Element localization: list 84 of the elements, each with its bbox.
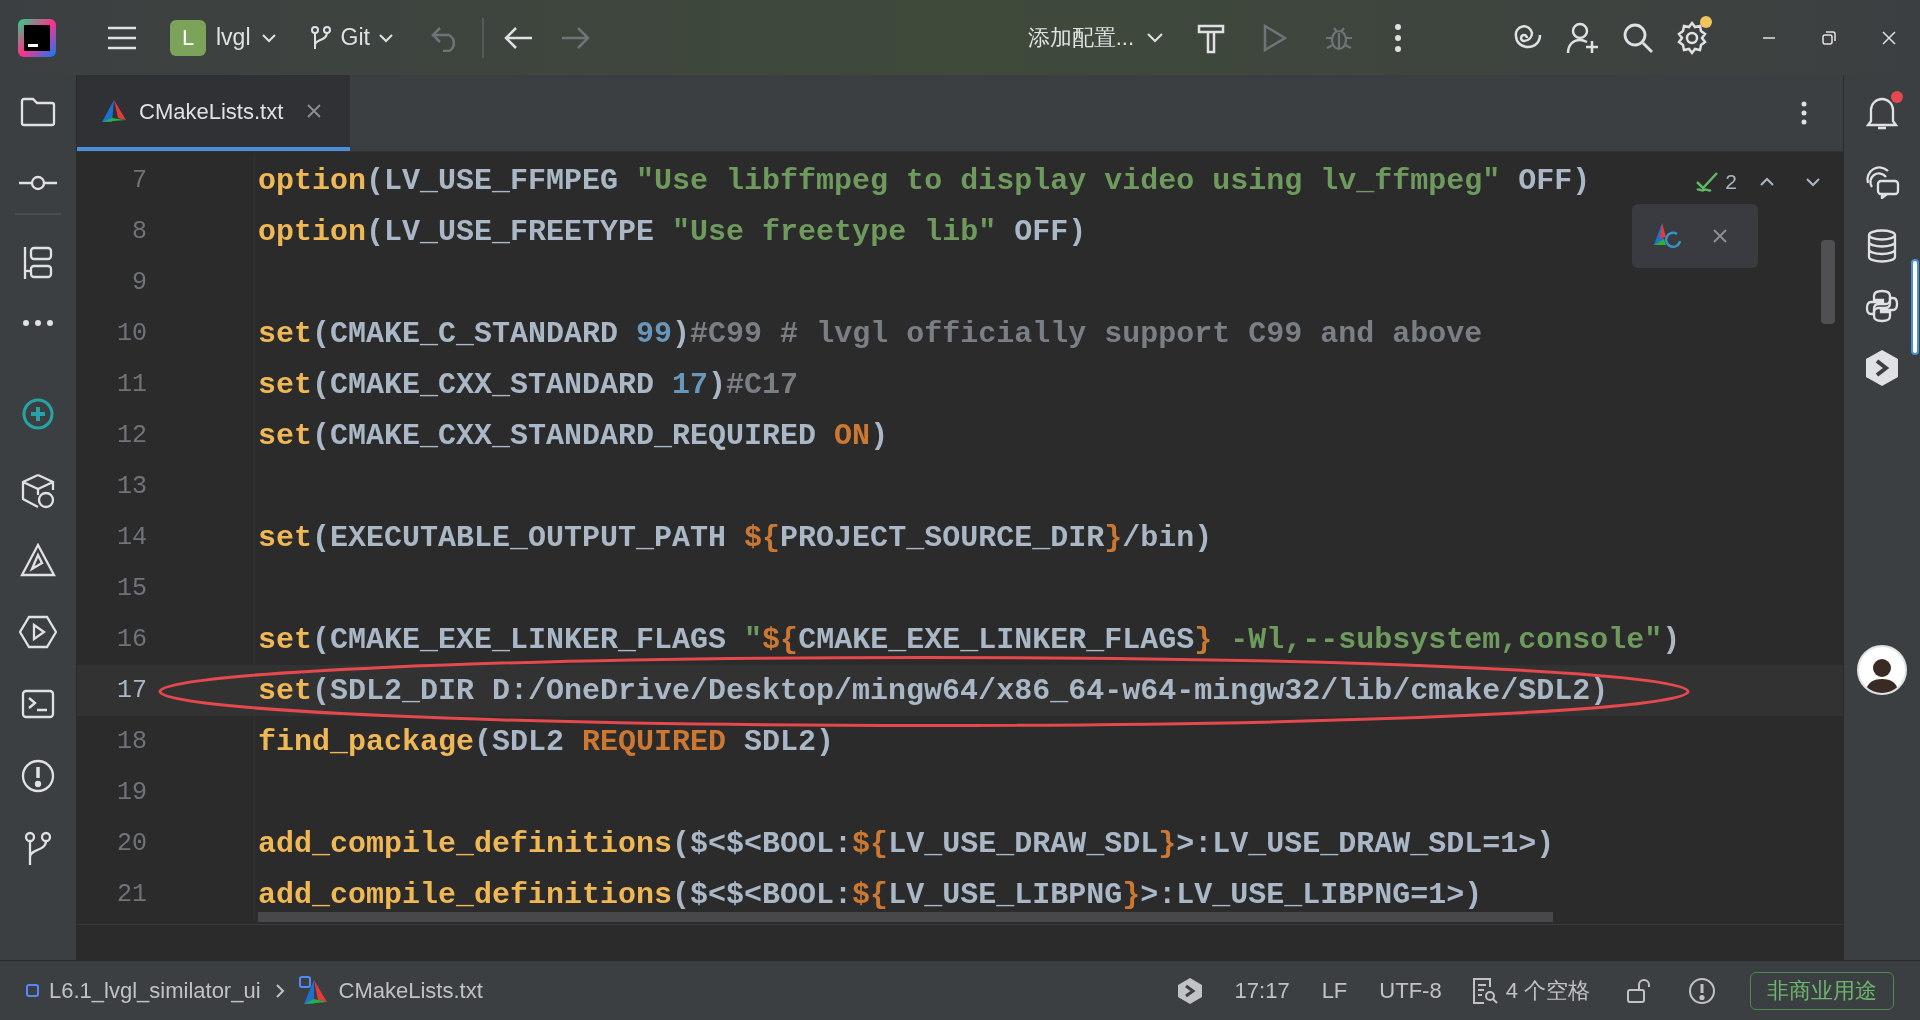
chevron-down-icon — [1146, 32, 1164, 43]
module-icon — [26, 984, 39, 997]
line-number: 18 — [116, 725, 147, 758]
code-line: add_compile_definitions($<$<BOOL:${LV_USE_DRAW_SDL}>:LV_USE_DRAW_SDL=1>) — [257, 829, 1555, 858]
cmake-reload-icon[interactable] — [1652, 221, 1684, 251]
horizontal-scrollbar[interactable] — [258, 912, 1553, 922]
tab-label[interactable]: CMakeLists.txt — [139, 94, 284, 128]
more-icon[interactable] — [1394, 22, 1402, 53]
editor-tab[interactable]: CMakeLists.txt — [77, 75, 350, 151]
chat-icon[interactable] — [1864, 165, 1900, 199]
warning-icon[interactable] — [1688, 976, 1716, 1005]
triangle-icon[interactable] — [20, 543, 56, 577]
avatar[interactable] — [1857, 645, 1907, 695]
more-icon[interactable] — [1801, 101, 1807, 125]
chevron-right-icon — [274, 982, 285, 999]
more-icon[interactable] — [22, 319, 54, 327]
code-line: set(CMAKE_C_STANDARD 99)#C99 # lvgl officially support C99 and above — [257, 319, 1483, 348]
cmake-file-icon — [298, 975, 329, 1006]
line-number: 19 — [116, 776, 147, 809]
line-number: 14 — [116, 521, 147, 554]
git-branch-icon[interactable] — [23, 831, 53, 867]
chevron-down-icon[interactable] — [1805, 176, 1821, 187]
breadcrumb-item[interactable]: CMakeLists.txt — [338, 974, 483, 1007]
terminal-icon[interactable] — [21, 689, 55, 719]
search-icon[interactable] — [1622, 21, 1654, 54]
line-ending[interactable]: LF — [1321, 974, 1348, 1007]
code-line: add_compile_definitions($<$<BOOL:${LV_USE_LIBPNG}>:LV_USE_LIBPNG=1>) — [257, 880, 1483, 909]
restore-icon[interactable] — [1822, 30, 1836, 45]
app-logo-icon[interactable] — [18, 18, 56, 57]
line-number: 8 — [131, 215, 147, 248]
line-number: 7 — [131, 164, 147, 197]
code-line: set(CMAKE_CXX_STANDARD 17)#C17 — [257, 370, 799, 399]
chevron-down-icon — [377, 32, 394, 43]
menu-icon[interactable] — [106, 24, 138, 51]
license-badge[interactable]: 非商业用途 — [1750, 971, 1894, 1010]
code-line: set(CMAKE_CXX_STANDARD_REQUIRED ON) — [257, 421, 889, 450]
structure-icon[interactable] — [22, 245, 54, 281]
problem-count: 2 — [1725, 169, 1737, 195]
document-search-icon — [1471, 976, 1498, 1005]
hexagon-icon[interactable] — [1865, 349, 1899, 387]
code-line: option(LV_USE_FFMPEG "Use libffmpeg to display video using lv_ffmpeg" OFF) — [257, 166, 1591, 195]
hexagon-icon[interactable] — [1176, 976, 1203, 1005]
cmake-file-icon — [101, 99, 127, 123]
line-number: 9 — [131, 266, 147, 299]
code-line: find_package(SDL2 REQUIRED SDL2) — [257, 727, 835, 756]
caret-position[interactable]: 17:17 — [1234, 974, 1290, 1007]
chevron-up-icon[interactable] — [1759, 176, 1775, 187]
line-number: 20 — [116, 827, 147, 860]
run-services-icon[interactable] — [19, 615, 57, 649]
line-number: 15 — [116, 572, 147, 605]
package-icon[interactable] — [20, 473, 56, 509]
vcs-dropdown[interactable]: Git — [302, 13, 400, 62]
vertical-scrollbar[interactable] — [1821, 240, 1835, 324]
code-line: set(CMAKE_EXE_LINKER_FLAGS "${CMAKE_EXE_LINKER_FLAGS} -Wl,--subsystem,console") — [257, 625, 1681, 654]
project-dropdown[interactable]: L lvgl — [162, 13, 285, 62]
line-number: 16 — [116, 623, 147, 656]
close-icon[interactable] — [1712, 228, 1728, 244]
python-icon[interactable] — [1865, 289, 1899, 323]
close-icon[interactable] — [307, 104, 322, 118]
problems-icon[interactable] — [21, 759, 55, 793]
database-icon[interactable] — [1866, 229, 1898, 263]
branch-icon — [308, 24, 333, 51]
line-number: 10 — [116, 317, 147, 350]
code-line: set(SDL2_DIR D:/OneDrive/Desktop/mingw64/x86_64-w64-mingw32/lib/cmake/SDL2) — [257, 676, 1609, 705]
chevron-down-icon — [260, 32, 277, 43]
file-encoding[interactable]: UTF-8 — [1379, 974, 1442, 1007]
add-user-icon[interactable] — [1566, 20, 1600, 55]
line-number: 11 — [116, 368, 147, 401]
lock-icon[interactable] — [1626, 977, 1652, 1004]
indent-setting[interactable]: 4 个空格 — [1471, 974, 1590, 1007]
minimize-icon[interactable] — [1762, 35, 1776, 40]
commit-icon[interactable] — [19, 175, 57, 191]
line-number: 12 — [116, 419, 147, 452]
line-number: 17 — [116, 674, 147, 707]
line-number: 13 — [116, 470, 147, 503]
back-icon[interactable] — [503, 24, 534, 51]
code-line: set(EXECUTABLE_OUTPUT_PATH ${PROJECT_SOURCE_DIR}/bin) — [257, 523, 1213, 552]
folder-icon[interactable] — [20, 97, 56, 127]
add-circle-icon[interactable] — [21, 397, 55, 431]
run-config-dropdown[interactable]: 添加配置... — [1019, 13, 1172, 62]
breadcrumb-item[interactable]: L6.1_lvgl_similator_ui — [49, 974, 261, 1007]
line-number: 21 — [116, 878, 147, 911]
inspection-widget[interactable]: 2 — [1695, 166, 1821, 198]
code-line: option(LV_USE_FREETYPE "Use freetype lib" OFF) — [257, 217, 1087, 246]
